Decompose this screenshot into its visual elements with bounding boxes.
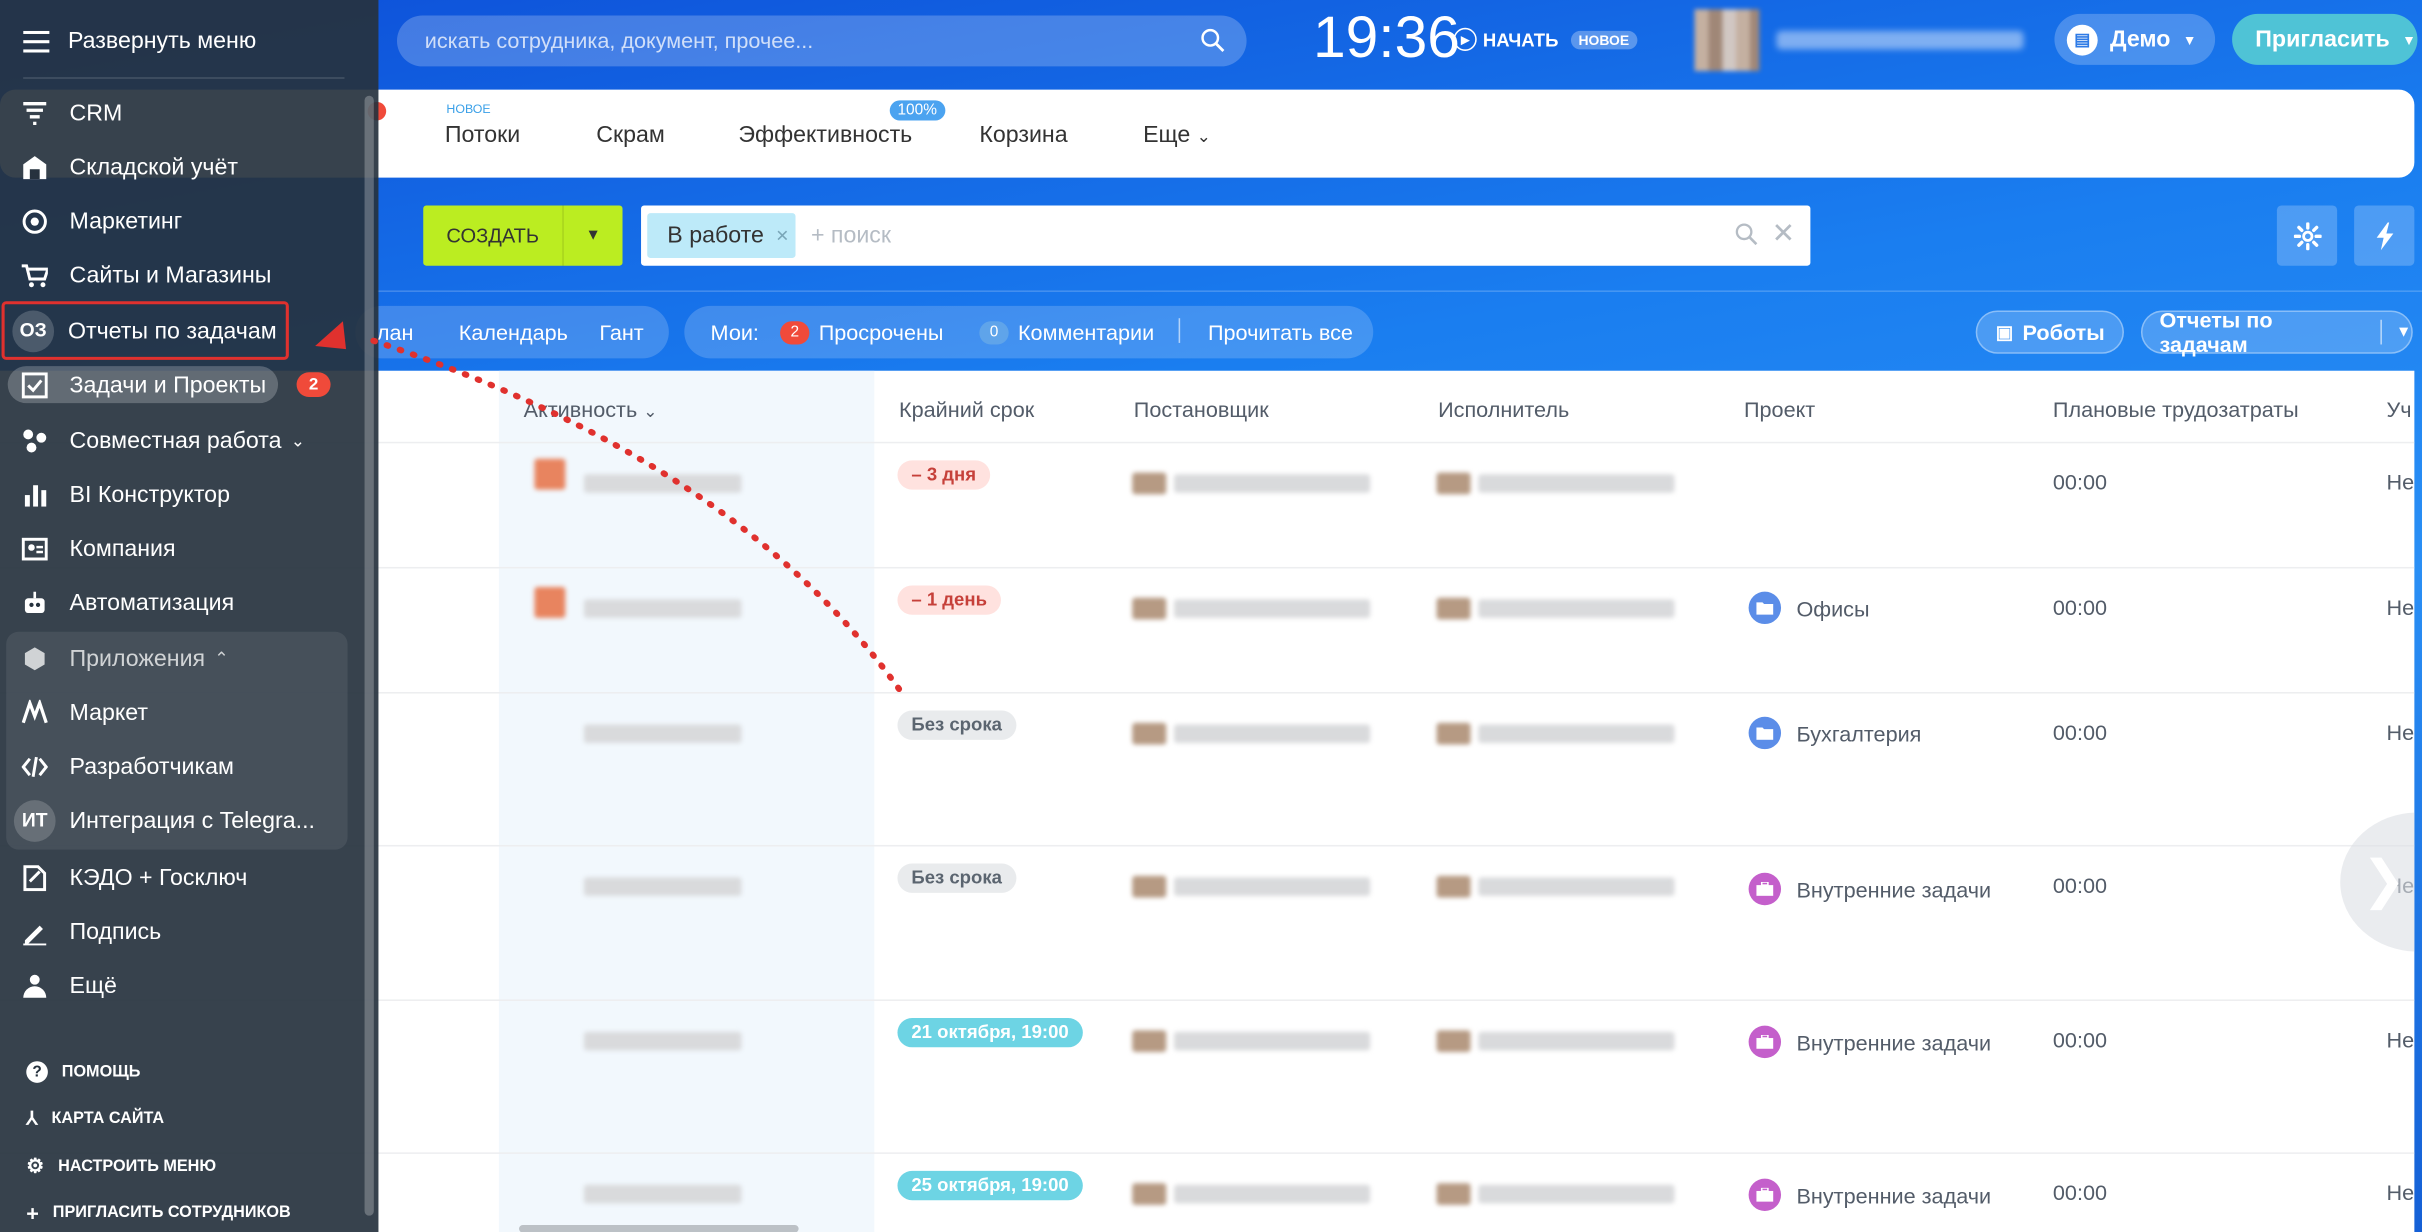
annotation-arrow bbox=[315, 321, 903, 693]
